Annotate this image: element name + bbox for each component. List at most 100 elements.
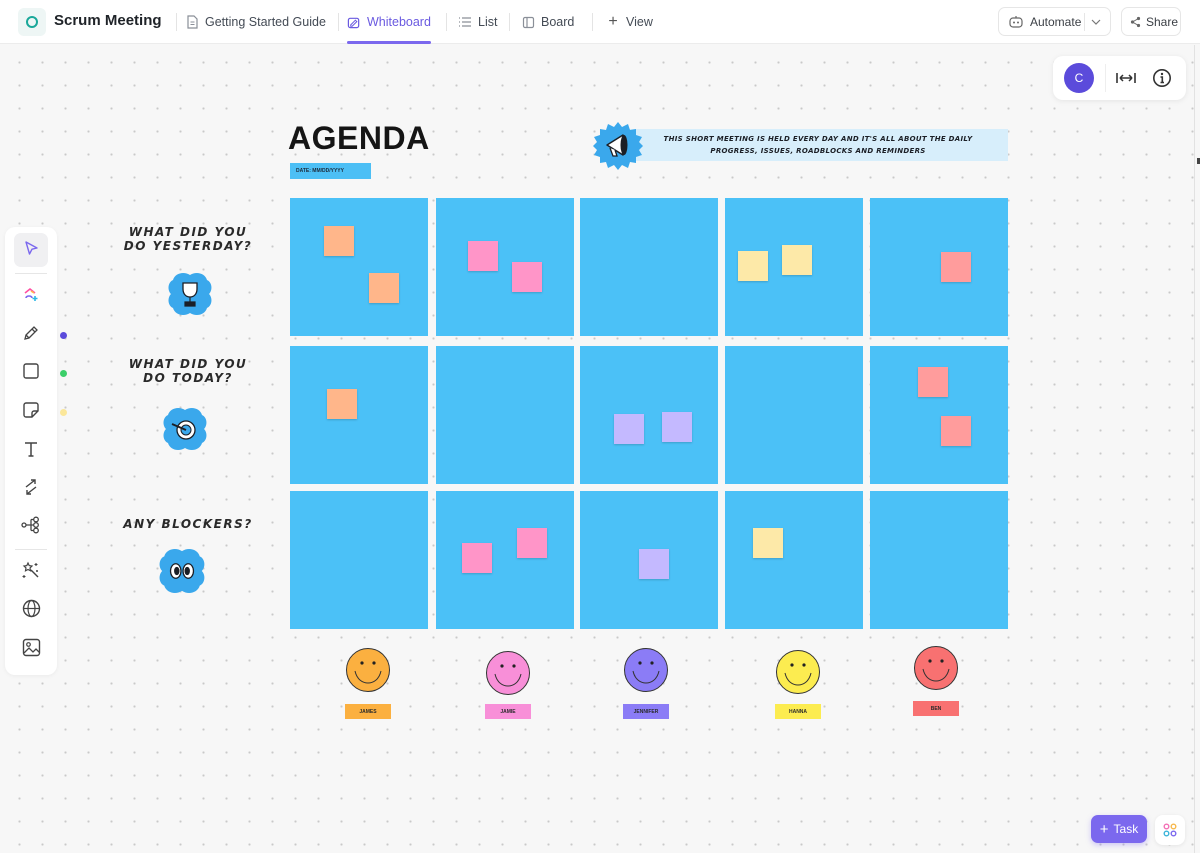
tab-label: Whiteboard xyxy=(367,15,431,29)
sticky-note[interactable] xyxy=(782,245,812,275)
add-task-button[interactable]: + Task xyxy=(1091,815,1147,843)
member-name-tag[interactable]: JAMES xyxy=(345,704,391,719)
agenda-cell[interactable] xyxy=(436,198,574,336)
image-tool[interactable] xyxy=(14,633,48,667)
agenda-cell[interactable] xyxy=(725,491,863,629)
sticky-note[interactable] xyxy=(327,389,357,419)
left-toolbar xyxy=(5,227,67,675)
smiley-face-icon xyxy=(346,648,390,692)
agenda-cell[interactable] xyxy=(436,491,574,629)
embed-web-tool[interactable] xyxy=(14,594,48,628)
tab-board[interactable]: Board xyxy=(521,0,574,44)
sticky-note[interactable] xyxy=(369,273,399,303)
fit-width-icon[interactable] xyxy=(1114,66,1138,90)
row-label-line: WHAT DID YOU xyxy=(128,357,248,371)
row-label-line: ANY BLOCKERS? xyxy=(123,517,253,531)
toolbar-divider xyxy=(15,549,47,550)
select-tool[interactable] xyxy=(14,233,48,267)
row-label-line: WHAT DID YOU xyxy=(128,225,248,239)
plus-icon: + xyxy=(608,13,618,30)
agenda-cell[interactable] xyxy=(870,198,1008,336)
add-view-label: View xyxy=(626,15,653,29)
eyes-icon xyxy=(159,549,205,593)
header-divider xyxy=(338,13,339,31)
tab-whiteboard[interactable]: Whiteboard xyxy=(347,0,431,44)
connector-arrows-icon xyxy=(22,478,40,501)
agenda-cell[interactable] xyxy=(290,346,428,484)
agenda-cell[interactable] xyxy=(870,491,1008,629)
chevron-down-icon[interactable] xyxy=(1090,16,1102,31)
megaphone-icon xyxy=(593,122,643,170)
agenda-cell[interactable] xyxy=(725,346,863,484)
ai-magic-tool[interactable] xyxy=(14,555,48,589)
sticky-note[interactable] xyxy=(918,367,948,397)
agenda-cell[interactable] xyxy=(580,346,718,484)
row-label-line: DO TODAY? xyxy=(143,371,233,385)
sticky-note[interactable] xyxy=(512,262,542,292)
apps-grid-icon xyxy=(1163,823,1177,837)
connector-tool[interactable] xyxy=(14,472,48,506)
sticky-note[interactable] xyxy=(662,412,692,442)
shape-tool[interactable] xyxy=(14,356,48,390)
header-divider xyxy=(509,13,510,31)
share-button[interactable]: Share xyxy=(1121,7,1181,36)
add-view-button[interactable]: + View xyxy=(606,0,653,44)
image-icon xyxy=(22,638,41,662)
sticky-note[interactable] xyxy=(639,549,669,579)
row-label-yesterday: WHAT DID YOU DO YESTERDAY? xyxy=(122,225,254,253)
plus-icon: + xyxy=(1099,820,1109,838)
sticky-note[interactable] xyxy=(941,416,971,446)
member-name-tag[interactable]: JAMIE xyxy=(485,704,531,719)
list-icon xyxy=(458,15,472,29)
sticky-color-dot[interactable] xyxy=(60,409,67,416)
text-tool[interactable] xyxy=(14,434,48,468)
agenda-title[interactable]: AGENDA xyxy=(288,120,430,157)
info-icon[interactable] xyxy=(1150,66,1174,90)
doc-icon xyxy=(185,15,199,29)
share-icon xyxy=(1130,16,1141,28)
board-icon xyxy=(521,15,535,29)
task-label: Task xyxy=(1113,822,1139,836)
pen-tool[interactable] xyxy=(14,318,48,352)
split-divider xyxy=(1084,13,1085,31)
right-scroll-edge[interactable] xyxy=(1194,45,1200,853)
user-avatar[interactable]: C xyxy=(1064,63,1094,93)
sticky-note[interactable] xyxy=(738,251,768,281)
agenda-cell[interactable] xyxy=(580,198,718,336)
agenda-cell[interactable] xyxy=(290,198,428,336)
sticky-note-tool[interactable] xyxy=(14,395,48,429)
space-title[interactable]: Scrum Meeting xyxy=(54,12,162,29)
share-label: Share xyxy=(1146,14,1179,29)
text-icon xyxy=(22,440,40,463)
member-name-tag[interactable]: BEN xyxy=(913,701,959,716)
apps-grid-button[interactable] xyxy=(1155,815,1185,845)
sticky-note[interactable] xyxy=(324,226,354,256)
smiley-face-icon xyxy=(486,651,530,695)
shape-color-dot[interactable] xyxy=(60,370,67,377)
pen-color-dot[interactable] xyxy=(60,332,67,339)
sticky-note[interactable] xyxy=(614,414,644,444)
sticky-note[interactable] xyxy=(468,241,498,271)
tab-label: Board xyxy=(541,15,575,29)
sticky-note[interactable] xyxy=(462,543,492,573)
agenda-cell[interactable] xyxy=(290,491,428,629)
cursor-icon xyxy=(23,240,39,261)
pen-icon xyxy=(22,324,40,347)
sticky-note[interactable] xyxy=(941,252,971,282)
member-name-tag[interactable]: JENNIFER xyxy=(623,704,669,719)
ai-create-tool[interactable] xyxy=(14,279,48,313)
sticky-note[interactable] xyxy=(517,528,547,558)
meeting-description-banner[interactable]: THIS SHORT MEETING IS HELD EVERY DAY AND… xyxy=(628,129,1008,161)
automate-button[interactable]: Automate xyxy=(998,7,1111,36)
mind-map-icon xyxy=(21,516,41,539)
agenda-cell[interactable] xyxy=(436,346,574,484)
date-field[interactable]: DATE: MM/DD/YYYY xyxy=(290,163,371,179)
space-icon[interactable] xyxy=(18,8,46,36)
tab-getting-started-guide[interactable]: Getting Started Guide xyxy=(185,0,326,44)
tab-list[interactable]: List xyxy=(458,0,497,44)
collab-panel: C xyxy=(1053,56,1186,100)
mind-map-tool[interactable] xyxy=(14,510,48,544)
sticky-note[interactable] xyxy=(753,528,783,558)
header-divider xyxy=(446,13,447,31)
member-name-tag[interactable]: HANNA xyxy=(775,704,821,719)
